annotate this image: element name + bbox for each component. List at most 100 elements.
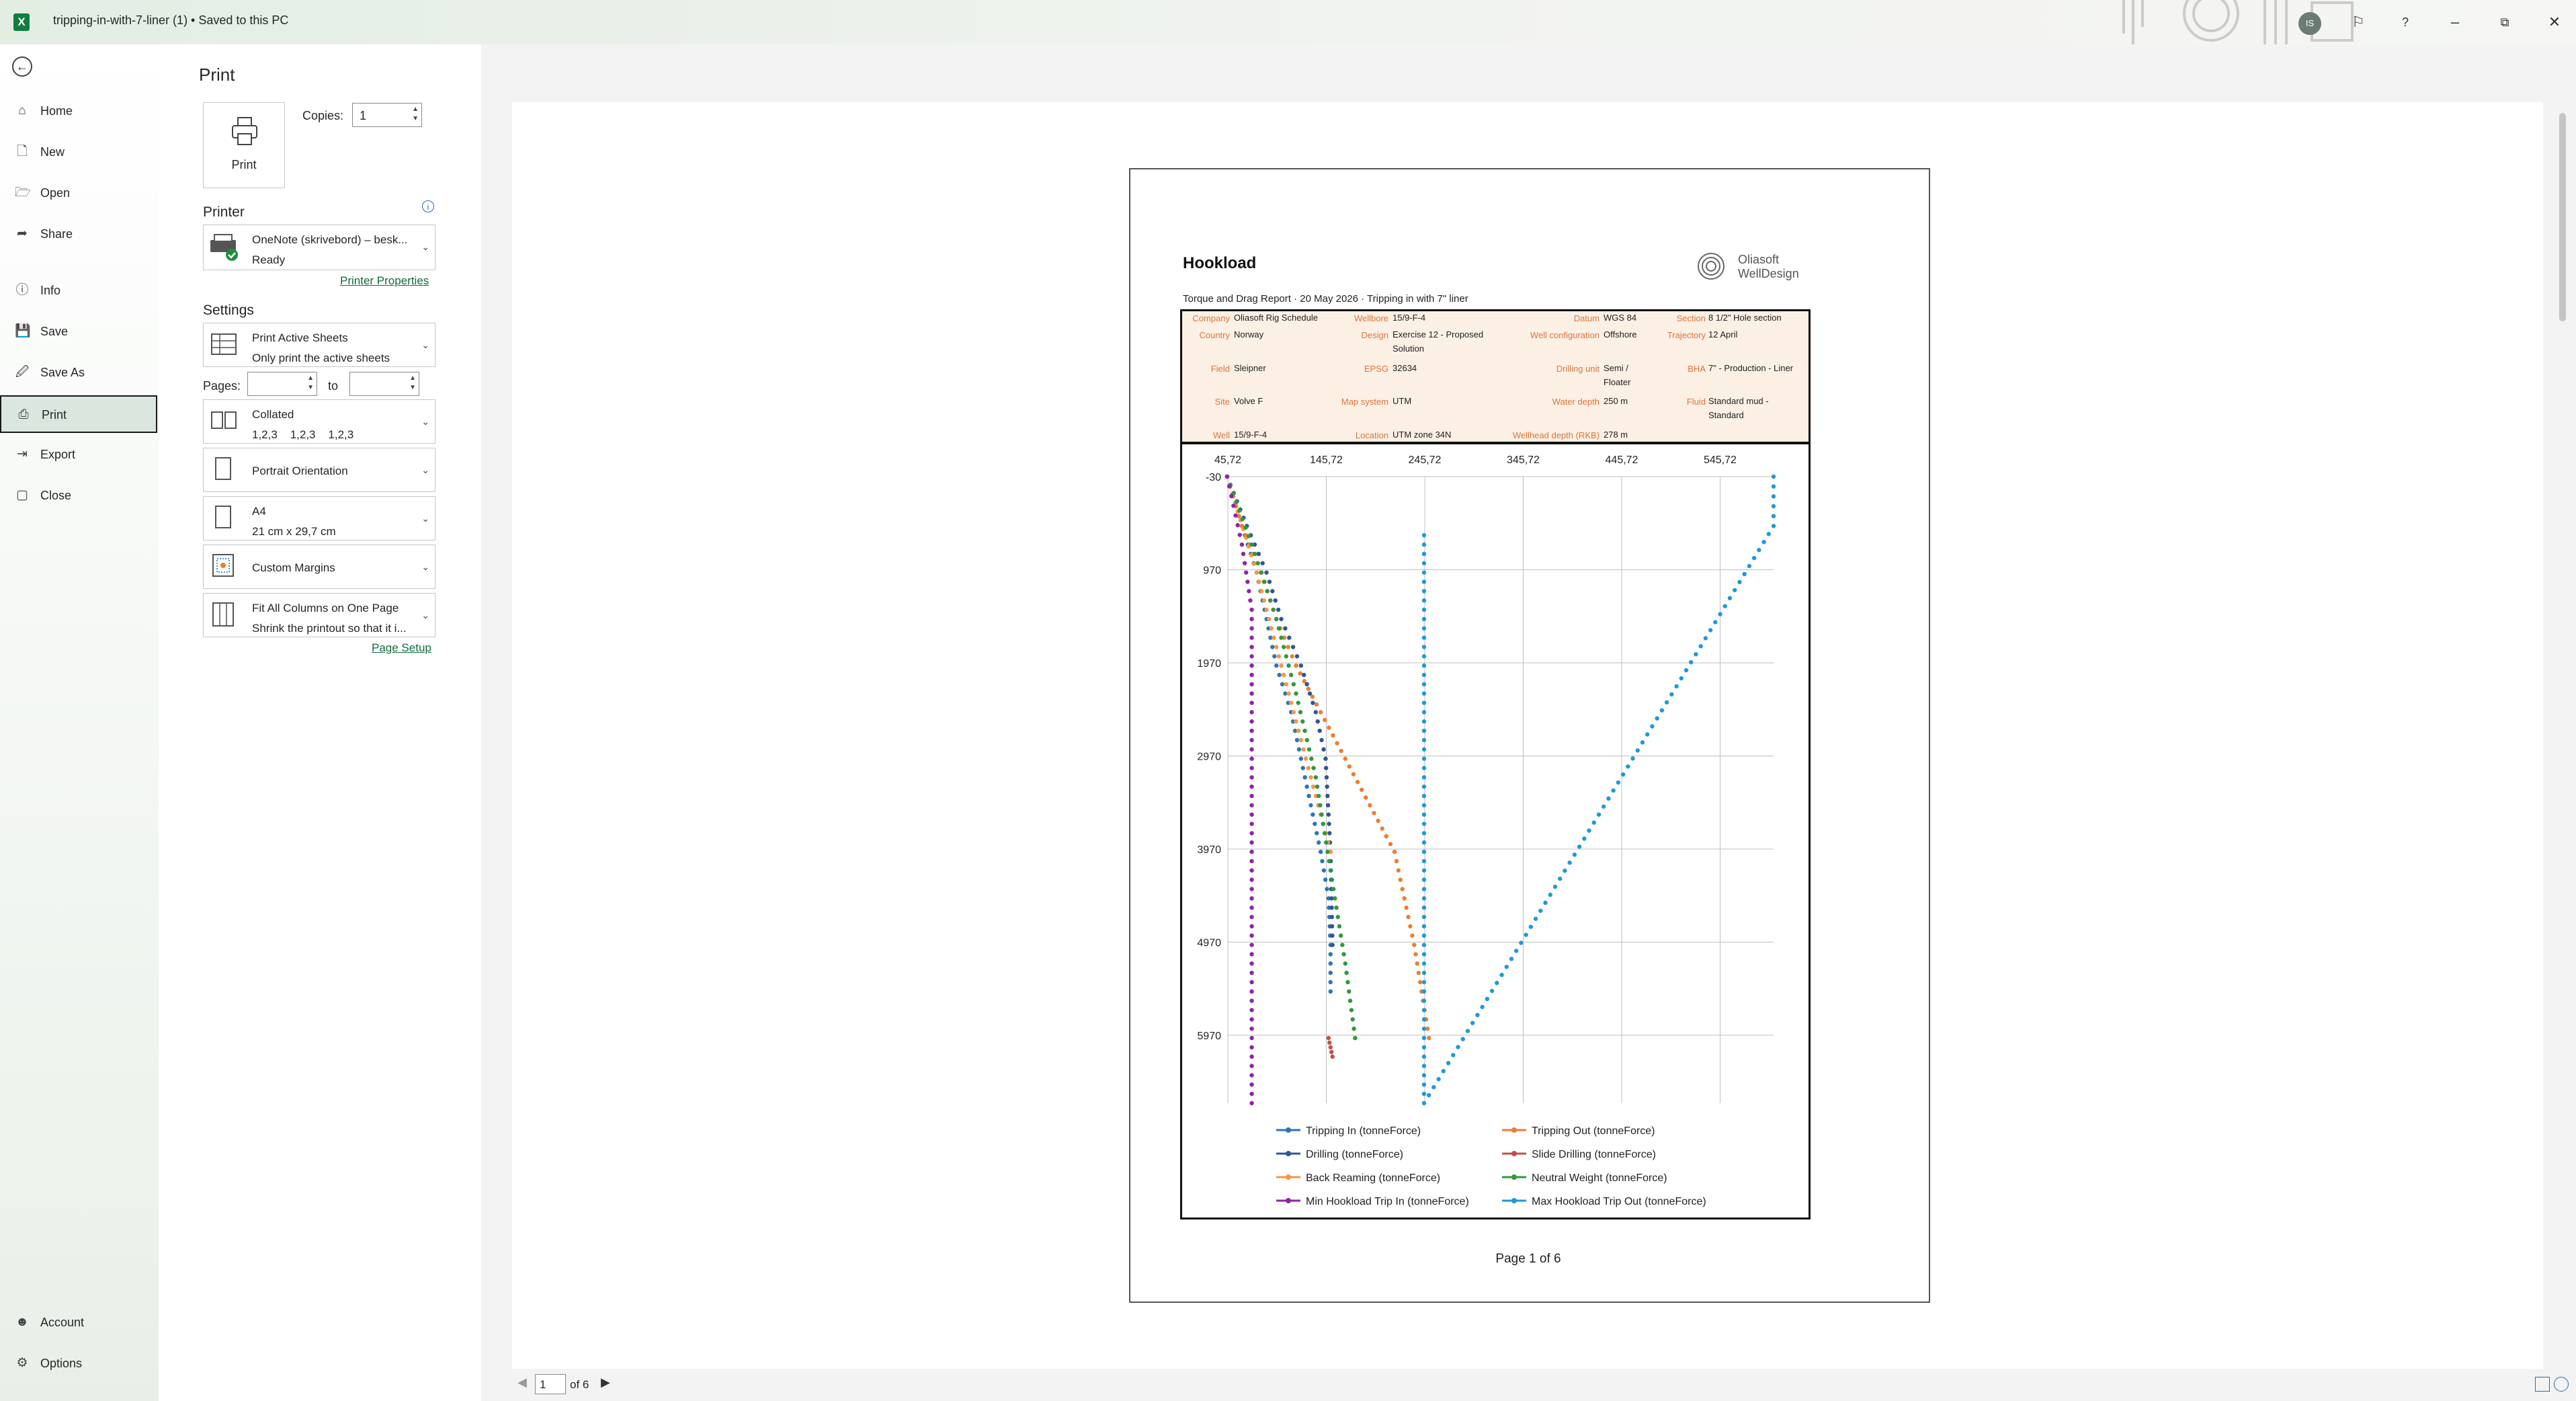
margins-select[interactable]: Custom Margins ⌄ [203,545,435,589]
data-point [1396,868,1401,873]
spin-arrows-icon[interactable]: ▲ ▼ [412,105,419,124]
data-point [1421,719,1427,724]
pages-to-input[interactable]: ▲ ▼ [349,372,419,396]
data-point [1398,877,1403,882]
data-point [1274,645,1279,649]
nav-print[interactable]: ⎙ Print [0,395,157,433]
data-point [1402,896,1407,901]
legend-marker [1511,1127,1517,1133]
data-point [1315,831,1319,836]
pages-to-label: to [328,379,339,393]
data-point [1280,682,1285,687]
data-point [1313,775,1318,780]
info-icon[interactable]: i [422,200,434,212]
data-point [1421,1027,1427,1031]
info-value: Exercise 12 - Proposed Solution [1393,329,1484,354]
nav-close[interactable]: ▢ Close [0,477,159,515]
nav-new[interactable]: 🗋 New [0,134,159,171]
avatar[interactable]: IS [2298,12,2321,35]
info-key: Map system [1341,397,1388,407]
info-value: UTM zone 34N [1393,430,1452,440]
nav-info[interactable]: ⓘ Info [0,272,159,310]
data-point [1249,868,1254,873]
feedback-icon[interactable]: ⚐ [2345,9,2371,35]
nav-save[interactable]: 💾 Save [0,313,159,351]
data-point [1241,551,1246,557]
printer-select[interactable]: OneNote (skrivebord) – besk... Ready ⌄ [203,225,435,270]
preview-scrollbar[interactable] [2554,102,2571,1369]
data-point [1324,775,1329,780]
spin-arrows-icon[interactable]: ▲ ▼ [409,374,416,393]
orientation-select[interactable]: Portrait Orientation ⌄ [203,448,435,492]
data-point [1412,943,1417,947]
data-point [1339,748,1343,754]
previous-page-icon[interactable]: ◀ [517,1375,527,1390]
nav-account[interactable]: ☻ Account [0,1304,159,1342]
settings-heading: Settings [203,303,254,318]
legend-marker [1511,1198,1517,1203]
data-point [1335,741,1339,746]
data-point [1243,570,1249,575]
report-title: Hookload [1183,254,1257,272]
data-point [1300,719,1305,724]
info-key: Location [1355,430,1388,440]
paper-size-select[interactable]: A4 21 cm x 29,7 cm ⌄ [203,496,435,541]
current-page-input[interactable]: 1 [535,1374,566,1394]
printer-properties-link[interactable]: Printer Properties [340,274,429,288]
nav-label: Open [40,186,71,200]
nav-options[interactable]: ⚙ Options [0,1345,159,1383]
pages-from-input[interactable]: ▲ ▼ [247,372,317,396]
data-point [1733,588,1737,592]
data-point [1349,1008,1354,1012]
data-point [1421,570,1427,575]
nav-export[interactable]: ⇥ Export [0,436,159,474]
data-point [1416,970,1421,975]
setting-label: Fit All Columns on One Page [252,602,399,614]
data-point [1318,710,1323,715]
setting-description: 21 cm x 29,7 cm [252,525,336,538]
data-point [1231,504,1236,508]
help-icon[interactable]: ? [2393,9,2418,35]
data-point [1421,672,1427,678]
nav-open[interactable]: 🗁 Open [0,175,159,212]
data-point [1577,844,1582,849]
nav-save-as[interactable]: 🖉 Save As [0,354,159,392]
scrollbar-thumb[interactable] [2559,113,2566,321]
data-point [1504,965,1509,969]
print-button[interactable]: Print [203,102,285,188]
scaling-select[interactable]: Fit All Columns on One Page Shrink the p… [203,593,435,637]
zoom-to-page-icon[interactable] [2554,1377,2569,1392]
data-point [1421,998,1427,1003]
minimize-icon[interactable]: – [2442,9,2468,35]
collation-select[interactable]: Collated 1,2,3 1,2,3 1,2,3 ⌄ [203,399,435,444]
data-point [1286,663,1291,668]
legend-label: Back Reaming (tonneForce) [1306,1172,1440,1184]
close-icon[interactable]: ✕ [2542,9,2567,35]
nav-share[interactable]: ➦ Share [0,216,159,253]
info-value: 278 m [1604,430,1628,440]
data-point [1309,756,1314,761]
next-page-icon[interactable]: ▶ [601,1375,610,1390]
spin-arrows-icon[interactable]: ▲ ▼ [307,374,314,393]
data-point [1347,764,1352,769]
back-arrow-icon[interactable]: ← [12,56,32,77]
copies-stepper[interactable]: 1 ▲ ▼ [352,103,422,127]
data-point [1268,598,1273,603]
data-point [1421,961,1427,966]
page-setup-link[interactable]: Page Setup [372,641,431,655]
legend-marker [1286,1174,1291,1180]
data-point [1757,547,1761,553]
data-point [1318,849,1323,854]
nav-home[interactable]: ⌂ Home [0,93,159,130]
x-tick-label: 245,72 [1409,454,1442,466]
data-point [1441,1069,1446,1074]
data-point [1347,989,1352,994]
print-what-select[interactable]: Print Active Sheets Only print the activ… [203,323,435,367]
data-point [1249,840,1254,845]
restore-icon[interactable]: ⧉ [2492,9,2518,35]
info-key: Datum [1573,313,1599,323]
export-icon: ⇥ [17,447,28,461]
chevron-down-icon: ⌄ [421,465,429,475]
show-margins-icon[interactable] [2535,1377,2550,1392]
data-point [1325,784,1329,789]
